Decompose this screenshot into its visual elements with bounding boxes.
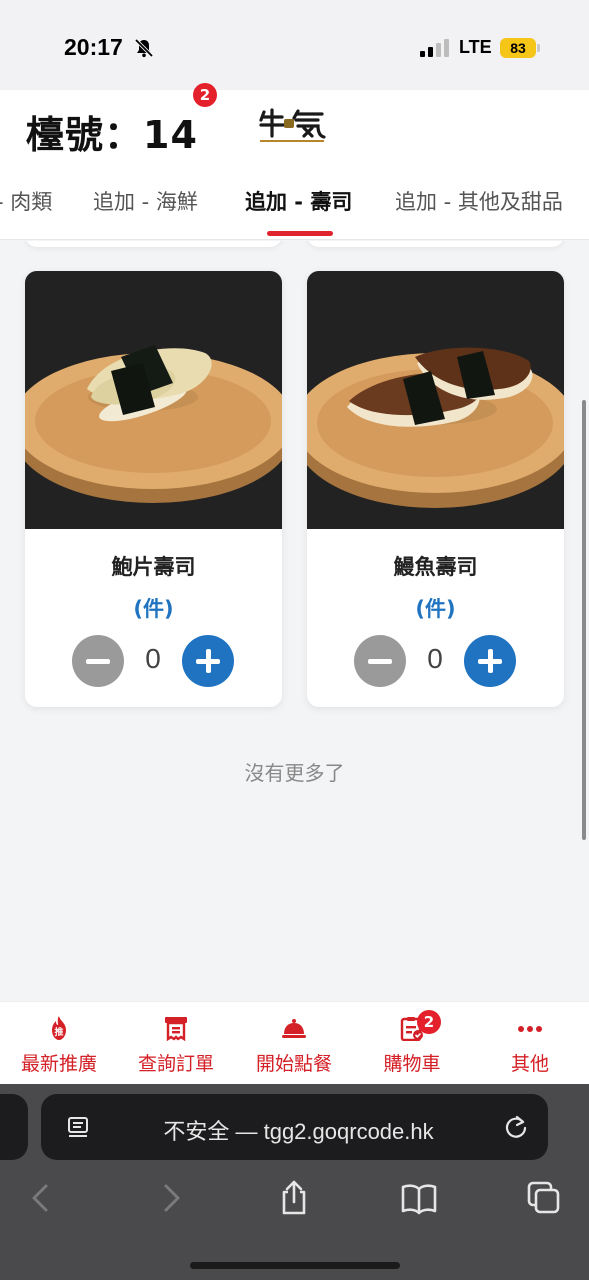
receipt-icon xyxy=(165,1017,187,1041)
battery-tip xyxy=(537,44,540,52)
increase-quantity-button[interactable] xyxy=(182,635,234,687)
page-menu-icon[interactable] xyxy=(67,1116,91,1140)
product-card: 鮑片壽司 (件) 0 xyxy=(25,271,282,707)
nav-item-orders[interactable]: 查詢訂單 xyxy=(117,1002,235,1085)
cart-count-badge: 2 xyxy=(417,1010,441,1034)
previous-card-bottom xyxy=(25,241,282,247)
scrollbar[interactable] xyxy=(582,400,586,840)
nav-label: 其他 xyxy=(510,1053,549,1075)
nav-label: 最新推廣 xyxy=(20,1053,97,1075)
quantity-value: 0 xyxy=(145,643,161,674)
active-tab-indicator xyxy=(267,231,333,236)
product-card: 鰻魚壽司 (件) 0 xyxy=(307,271,564,707)
seafood-count-badge: 2 xyxy=(193,83,217,107)
tab-seafood[interactable]: 追加 - 海鮮 xyxy=(93,186,198,216)
reload-icon[interactable] xyxy=(503,1114,529,1140)
tab-meat[interactable]: - 肉類 xyxy=(0,186,52,216)
status-time: 20:17 xyxy=(64,34,123,60)
decrease-quantity-button[interactable] xyxy=(354,635,406,687)
tab-sushi[interactable]: 追加 - 壽司 xyxy=(245,186,352,216)
browser-toolbar: 不安全 — tgg2.goqrcode.hk xyxy=(0,1084,589,1280)
svg-text:推: 推 xyxy=(54,1026,63,1038)
nav-item-cart[interactable]: 2 購物車 xyxy=(353,1002,471,1085)
bell-muted-icon xyxy=(134,38,154,58)
nav-label: 查詢訂單 xyxy=(137,1053,214,1075)
decrease-quantity-button[interactable] xyxy=(72,635,124,687)
forward-icon[interactable] xyxy=(152,1180,188,1216)
nav-label: 購物車 xyxy=(383,1053,441,1075)
url-text: 不安全 — tgg2.goqrcode.hk xyxy=(163,1119,434,1144)
home-indicator[interactable] xyxy=(190,1262,400,1269)
category-tabs: - 肉類 追加 - 海鮮 追加 - 壽司 追加 - 其他及甜品 xyxy=(0,178,589,240)
back-icon[interactable] xyxy=(24,1180,60,1216)
cellular-signal-icon xyxy=(420,39,449,57)
previous-card-bottom xyxy=(307,241,564,247)
nav-label: 開始點餐 xyxy=(255,1053,332,1075)
more-dots-icon xyxy=(518,1026,542,1032)
status-bar: 20:17 LTE 83 xyxy=(0,0,589,90)
cloche-icon xyxy=(282,1019,306,1038)
nav-item-start-ordering[interactable]: 開始點餐 xyxy=(235,1002,353,1085)
bookmarks-icon[interactable] xyxy=(401,1180,437,1216)
share-icon[interactable] xyxy=(276,1180,312,1216)
product-unit: (件) xyxy=(133,597,174,621)
product-unit: (件) xyxy=(415,597,456,621)
product-name: 鮑片壽司 xyxy=(111,555,196,579)
nav-item-more[interactable]: 其他 xyxy=(471,1002,589,1085)
increase-quantity-button[interactable] xyxy=(464,635,516,687)
list-end-message: 沒有更多了 xyxy=(244,761,345,785)
abalone-sushi-photo[interactable] xyxy=(25,271,282,529)
page-header: 檯號：14 - 肉類 追加 - 海鮮 追加 - 壽司 追加 - 其他及甜品 xyxy=(0,90,589,240)
eel-sushi-photo[interactable] xyxy=(307,271,564,529)
brand-logo xyxy=(259,108,326,142)
tab-others-desserts[interactable]: 追加 - 其他及甜品 xyxy=(395,186,563,216)
table-number-label: 檯號：14 xyxy=(26,113,198,157)
product-list: 鮑片壽司 (件) 0 鰻魚壽司 (件) 0 沒有更多了 xyxy=(0,241,589,1001)
tabs-icon[interactable] xyxy=(526,1180,562,1216)
battery-indicator: 83 xyxy=(500,38,536,58)
product-name: 鰻魚壽司 xyxy=(393,555,478,579)
address-bar[interactable]: 不安全 — tgg2.goqrcode.hk xyxy=(41,1094,548,1160)
previous-tab-edge[interactable] xyxy=(0,1094,28,1160)
quantity-value: 0 xyxy=(427,643,443,674)
network-type: LTE xyxy=(459,37,492,57)
bottom-navigation: 推 最新推廣 查詢訂單 開始點餐 2 購物車 其他 xyxy=(0,1001,589,1084)
nav-item-promotions[interactable]: 推 最新推廣 xyxy=(0,1002,118,1085)
fire-recommend-icon: 推 xyxy=(52,1016,66,1040)
